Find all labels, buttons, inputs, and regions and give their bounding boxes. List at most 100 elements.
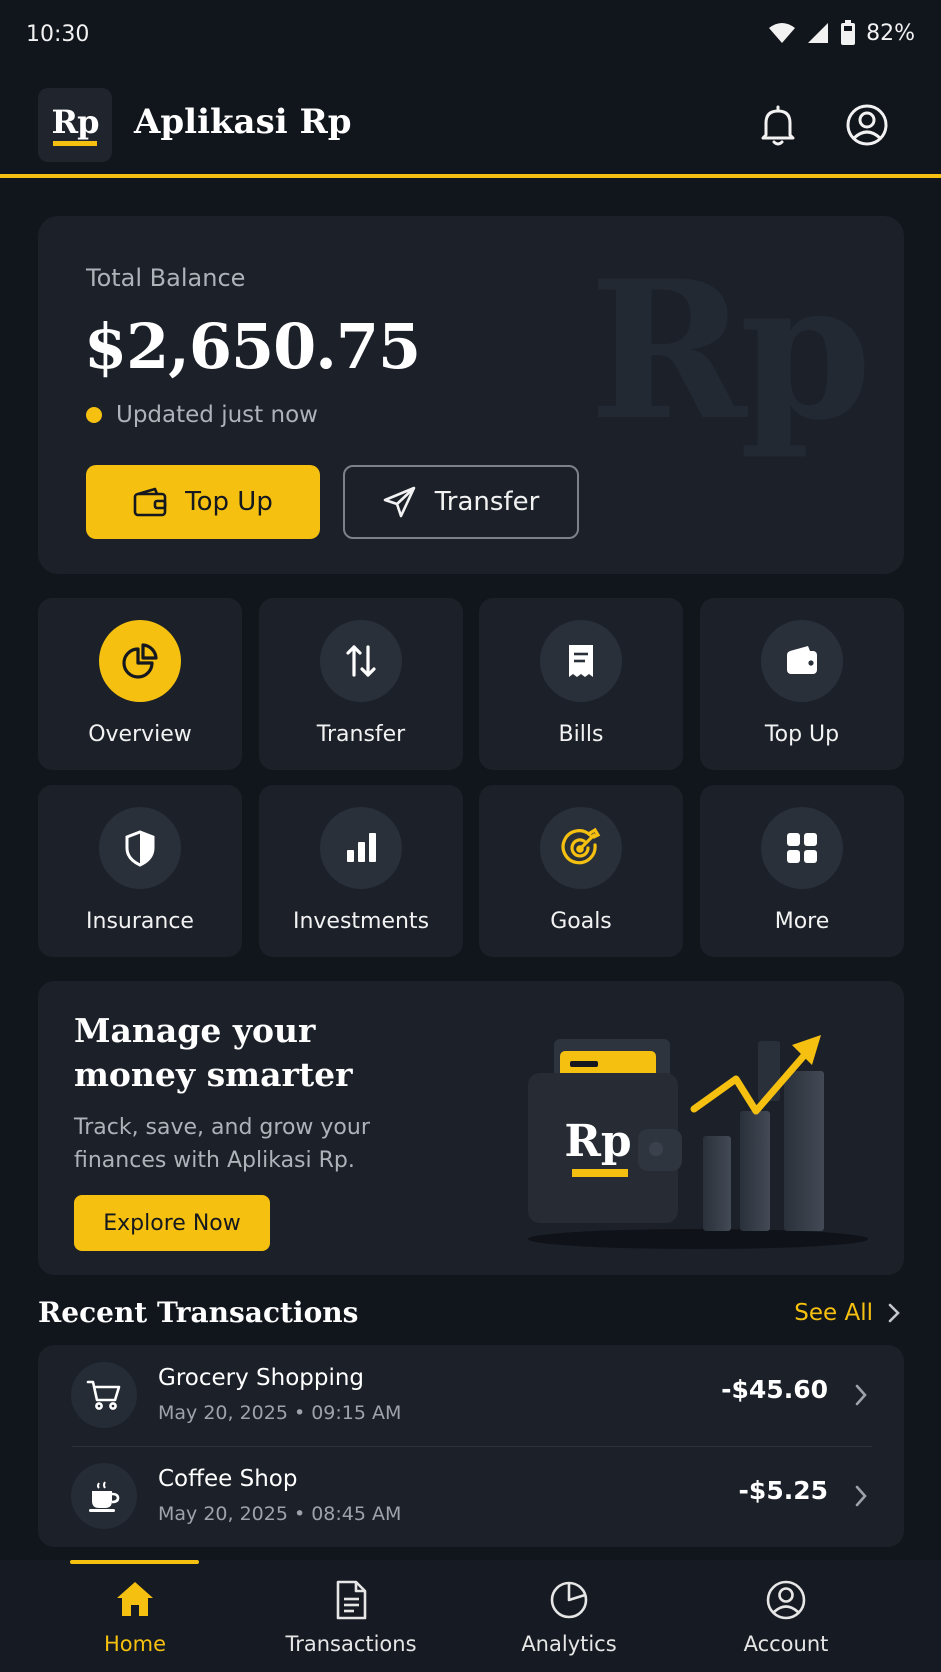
status-time: 10:30 [26,22,90,47]
quick-icon-circle [761,807,843,889]
transaction-name: Grocery Shopping [158,1365,365,1391]
transaction-icon-circle [71,1362,137,1428]
transaction-row[interactable]: Grocery Shopping May 20, 2025 • 09:15 AM… [38,1345,904,1446]
quick-label: Top Up [764,722,840,747]
target-icon [561,827,601,865]
nav-analytics[interactable]: Analytics [469,1560,669,1672]
transaction-date: May 20, 2025 • 08:45 AM [158,1503,402,1525]
quick-icon-circle [99,620,181,702]
recent-transactions-title: Recent Transactions [38,1296,359,1329]
quick-action-overview[interactable]: Overview [38,598,242,770]
balance-label: Total Balance [86,264,246,292]
bell-icon [761,105,795,146]
quick-action-goals[interactable]: Goals [479,785,683,957]
quick-icon-circle [320,620,402,702]
app-root: 10:30 82% Rp Aplikasi Rp Rp Total Balanc… [0,0,941,1672]
coffee-cup-icon [89,1481,120,1512]
status-bar: 10:30 82% [0,0,941,70]
shield-icon [125,830,155,867]
quick-label: Transfer [316,722,406,747]
battery-percent: 82% [866,20,915,46]
promo-banner: Manage your money smarter Track, save, a… [38,981,904,1275]
notifications-button[interactable] [754,102,802,150]
pie-chart-icon [550,1581,588,1619]
transaction-icon-circle [71,1463,137,1529]
balance-amount: $2,650.75 [84,310,421,383]
wifi-icon [769,23,796,43]
quick-action-bills[interactable]: Bills [479,598,683,770]
nav-label: Transactions [285,1632,417,1656]
quick-label: Insurance [86,909,194,934]
balance-card: Rp Total Balance $2,650.75 Updated just … [38,216,904,574]
status-dot [86,407,102,423]
signal-icon [808,23,829,43]
see-all-label: See All [794,1300,873,1326]
account-icon [766,1580,806,1620]
quick-icon-circle [540,807,622,889]
nav-label: Home [103,1632,166,1656]
quick-label: Investments [292,909,430,934]
quick-icon-circle [99,807,181,889]
battery-icon [841,20,856,45]
document-icon [336,1580,367,1620]
profile-icon [846,104,888,146]
chevron-right-icon [855,1384,867,1406]
quick-action-more[interactable]: More [700,785,904,957]
logo-text: Rp [51,102,100,141]
balance-watermark: Rp [589,239,872,462]
cart-icon [86,1380,121,1410]
nav-label: Account [743,1632,829,1656]
chevron-right-icon [888,1303,900,1323]
quick-action-top-up[interactable]: Top Up [700,598,904,770]
chevron-right-icon [855,1485,867,1507]
quick-icon-circle [320,807,402,889]
updated-status: Updated just now [86,402,318,428]
transaction-row[interactable]: Coffee Shop May 20, 2025 • 08:45 AM -$5.… [38,1446,904,1547]
app-logo: Rp [38,88,112,162]
quick-label: More [774,909,830,934]
transaction-date: May 20, 2025 • 09:15 AM [158,1402,402,1424]
quick-label: Goals [550,909,612,934]
pie-chart-icon [122,643,158,679]
nav-label: Analytics [521,1632,617,1656]
profile-button[interactable] [842,100,892,150]
grid-icon [787,833,817,863]
transfer-button[interactable]: Transfer [343,465,579,539]
status-indicators: 82% [768,20,915,46]
bar-chart-icon [347,833,376,862]
quick-icon-circle [540,620,622,702]
quick-action-insurance[interactable]: Insurance [38,785,242,957]
promo-subtitle: Track, save, and grow your finances with… [74,1115,370,1173]
top-up-label: Top Up [185,487,273,517]
wallet-icon [133,487,167,517]
quick-label: Bills [558,722,604,747]
quick-icon-circle [761,620,843,702]
nav-transactions[interactable]: Transactions [251,1560,451,1672]
illustration-logo-text: Rp [564,1116,631,1167]
nav-account[interactable]: Account [686,1560,886,1672]
quick-action-transfer[interactable]: Transfer [259,598,463,770]
arrows-up-down-icon [346,645,376,677]
promo-title: Manage your money smarter [74,1011,353,1094]
receipt-icon [569,645,593,677]
explore-now-label: Explore Now [103,1210,241,1236]
see-all-link[interactable]: See All [794,1300,901,1326]
transactions-list: Grocery Shopping May 20, 2025 • 09:15 AM… [38,1345,904,1547]
transaction-amount: -$5.25 [738,1476,828,1505]
home-icon [117,1582,153,1616]
transfer-label: Transfer [434,487,540,517]
app-title: Aplikasi Rp [134,102,352,142]
wallet-growth-illustration: Rp [528,1035,868,1249]
bottom-navigation: Home Transactions Analytics Account [0,1560,941,1672]
nav-home[interactable]: Home [35,1560,235,1672]
top-up-button[interactable]: Top Up [86,465,320,539]
logo-underline [53,140,97,146]
wallet-icon [787,646,817,674]
explore-now-button[interactable]: Explore Now [74,1195,270,1251]
quick-label: Overview [88,722,192,747]
quick-action-investments[interactable]: Investments [259,785,463,957]
updated-text: Updated just now [116,402,318,428]
transaction-name: Coffee Shop [158,1466,298,1492]
app-bar: Rp Aplikasi Rp [0,80,941,178]
send-icon [383,486,416,518]
